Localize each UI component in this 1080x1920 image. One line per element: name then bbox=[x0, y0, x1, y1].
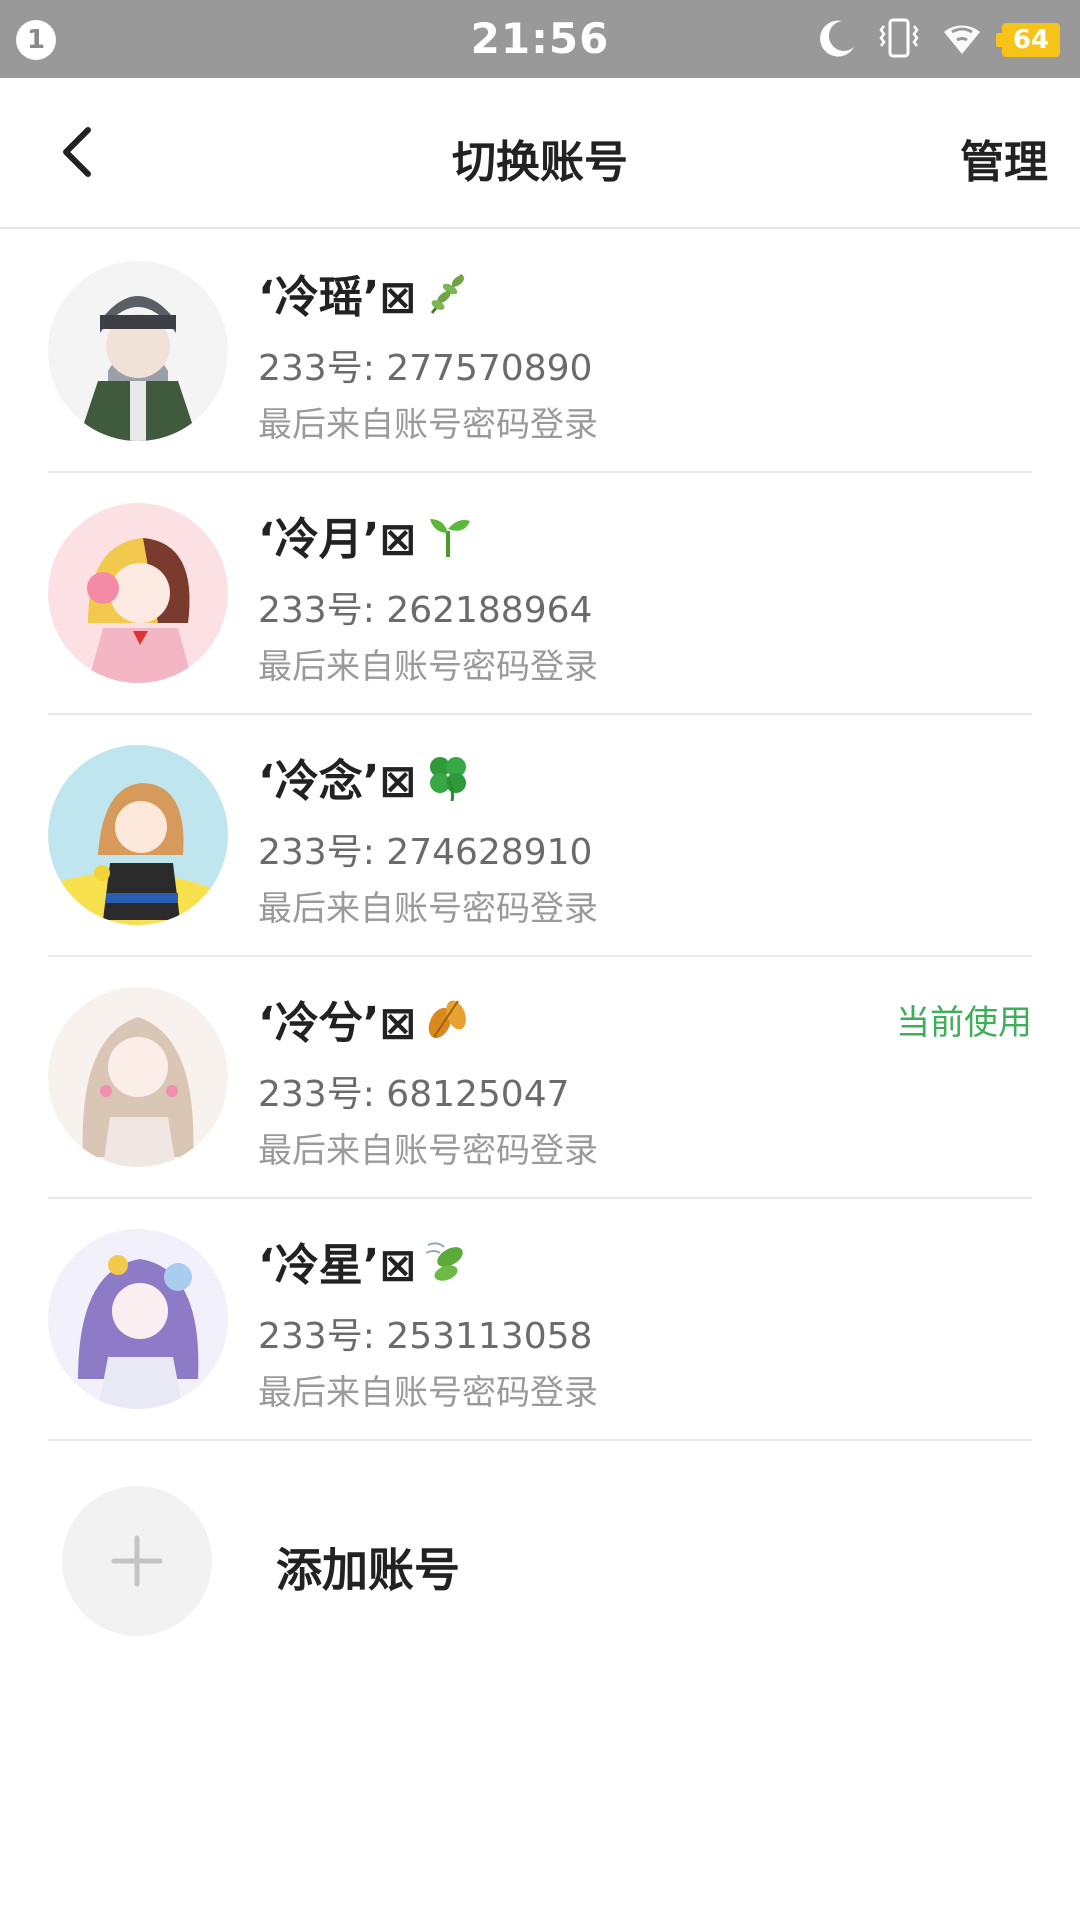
status-icons: 64 bbox=[796, 18, 1060, 62]
wifi-icon bbox=[940, 18, 984, 62]
fallen-leaf-icon bbox=[422, 993, 474, 1045]
login-note: 最后来自账号密码登录 bbox=[258, 1131, 598, 1171]
add-account-row[interactable]: 添加账号 bbox=[0, 1442, 1080, 1642]
account-uid: 233号: 277570890 bbox=[258, 348, 593, 389]
page-title: 切换账号 bbox=[452, 137, 628, 188]
avatar bbox=[48, 261, 228, 441]
account-item[interactable]: ‘冷瑶’⊠ 233号: 277570890 最后来自账号密码登录 bbox=[0, 231, 1080, 473]
login-note: 最后来自账号密码登录 bbox=[258, 647, 598, 687]
avatar bbox=[48, 503, 228, 683]
add-account-label: 添加账号 bbox=[276, 1543, 460, 1597]
manage-button[interactable]: 管理 bbox=[960, 126, 1048, 190]
herb-icon bbox=[422, 267, 474, 319]
add-account-button[interactable] bbox=[62, 1486, 212, 1636]
login-note: 最后来自账号密码登录 bbox=[258, 1373, 598, 1413]
account-uid: 233号: 68125047 bbox=[258, 1074, 570, 1115]
login-note: 最后来自账号密码登录 bbox=[258, 889, 598, 929]
nav-bar: 切换账号 管理 bbox=[0, 78, 1080, 229]
vibrate-icon bbox=[878, 16, 920, 64]
account-uid: 233号: 262188964 bbox=[258, 590, 593, 631]
account-item[interactable]: ‘冷念’⊠ 233号: 274628910 最后来自账号密码登录 bbox=[0, 715, 1080, 957]
account-item[interactable]: ‘冷星’⊠ 233号: 253113058 最后来自账号密码登录 bbox=[0, 1199, 1080, 1441]
avatar bbox=[48, 1229, 228, 1409]
account-item[interactable]: ‘冷月’⊠ 233号: 262188964 最后来自账号密码登录 bbox=[0, 473, 1080, 715]
avatar bbox=[48, 745, 228, 925]
account-item[interactable]: ‘冷兮’⊠ 当前使用 233号: 68125047 最后来自账号密码登录 bbox=[0, 957, 1080, 1199]
account-name: ‘冷星’⊠ bbox=[258, 1229, 474, 1293]
account-list: ‘冷瑶’⊠ 233号: 277570890 最后来自账号密码登录 ‘冷月’⊠ 2… bbox=[0, 231, 1080, 1441]
leaf-wind-icon bbox=[422, 1235, 474, 1287]
four-leaf-clover-icon bbox=[422, 751, 474, 803]
battery-icon: 64 bbox=[996, 23, 1060, 57]
seedling-icon bbox=[422, 509, 474, 561]
moon-icon bbox=[816, 17, 858, 63]
current-use-label: 当前使用 bbox=[896, 1003, 1032, 1043]
avatar bbox=[48, 987, 228, 1167]
account-name: ‘冷月’⊠ bbox=[258, 503, 474, 567]
account-name: ‘冷兮’⊠ bbox=[258, 987, 474, 1051]
account-name: ‘冷念’⊠ bbox=[258, 745, 474, 809]
account-uid: 233号: 274628910 bbox=[258, 832, 593, 873]
divider bbox=[48, 1439, 1032, 1441]
status-bar: 1 21:56 64 bbox=[0, 0, 1080, 78]
account-uid: 233号: 253113058 bbox=[258, 1316, 593, 1357]
login-note: 最后来自账号密码登录 bbox=[258, 405, 598, 445]
plus-icon bbox=[111, 1535, 163, 1587]
account-name: ‘冷瑶’⊠ bbox=[258, 261, 474, 325]
